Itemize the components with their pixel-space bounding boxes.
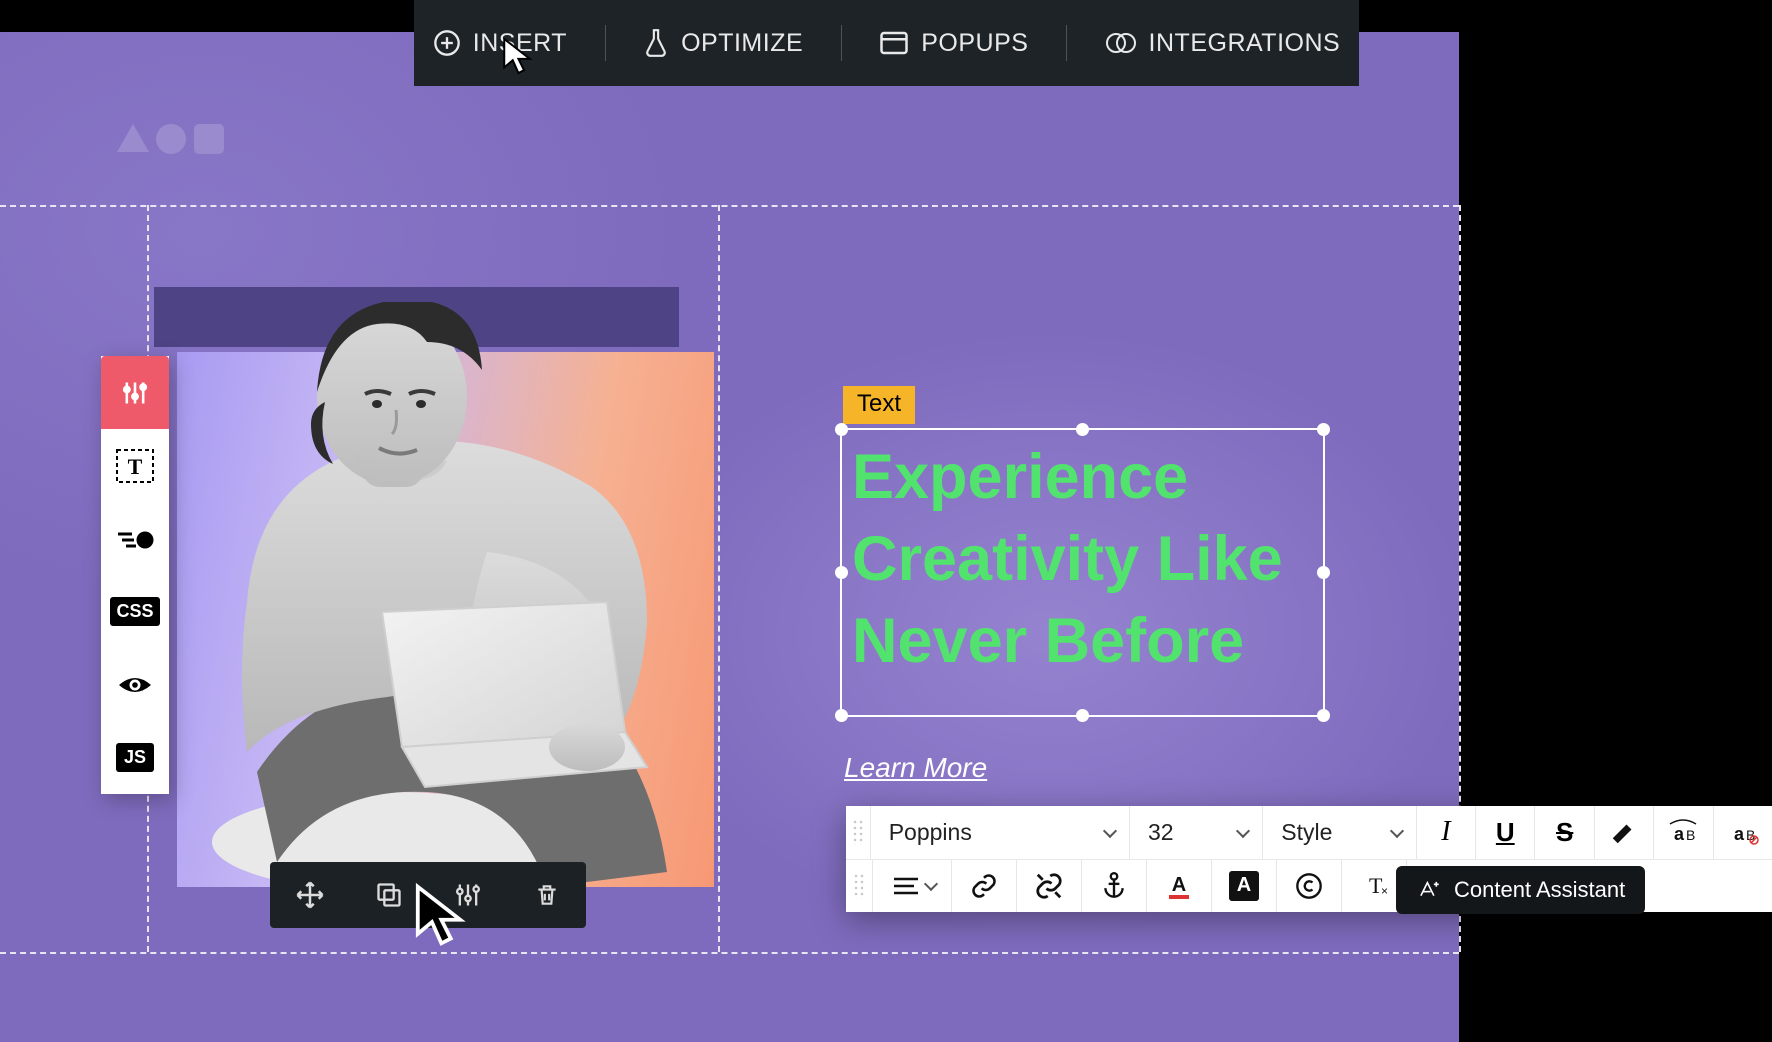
nav-optimize-label: OPTIMIZE bbox=[681, 29, 803, 58]
resize-handle-ne[interactable] bbox=[1317, 423, 1330, 436]
resize-handle-e[interactable] bbox=[1317, 566, 1330, 579]
nav-integrations[interactable]: INTEGRATIONS bbox=[1105, 29, 1341, 58]
svg-text:a: a bbox=[1674, 824, 1685, 844]
copyright-icon-button[interactable] bbox=[1277, 860, 1342, 913]
strikethrough-button[interactable]: S bbox=[1535, 806, 1594, 859]
sliders-icon[interactable] bbox=[444, 871, 492, 919]
font-family-select[interactable]: Poppins bbox=[871, 806, 1130, 859]
image-bg-block-dark bbox=[154, 287, 679, 347]
resize-handle-n[interactable] bbox=[1076, 423, 1089, 436]
guide-top bbox=[0, 205, 1459, 207]
selection-type-label: Text bbox=[843, 386, 915, 424]
resize-handle-sw[interactable] bbox=[835, 709, 848, 722]
nav-separator bbox=[1066, 25, 1067, 61]
window-shape-circle bbox=[156, 124, 186, 154]
style-select-label: Style bbox=[1281, 819, 1332, 846]
nav-separator bbox=[841, 25, 842, 61]
headline-text[interactable]: Experience Creativity Like Never Before bbox=[852, 437, 1317, 683]
style-select[interactable]: Style bbox=[1263, 806, 1416, 859]
nav-insert-label: INSERT bbox=[473, 29, 567, 58]
magic-icon bbox=[1416, 879, 1442, 901]
resize-handle-w[interactable] bbox=[835, 566, 848, 579]
image-bg-block-gradient bbox=[177, 352, 714, 887]
tool-animation-icon[interactable] bbox=[101, 502, 169, 575]
delete-icon[interactable] bbox=[523, 871, 571, 919]
content-assistant-label: Content Assistant bbox=[1454, 877, 1625, 903]
text-color-button[interactable]: A bbox=[1147, 860, 1212, 913]
svg-text:×: × bbox=[1381, 884, 1388, 898]
font-size-value: 32 bbox=[1148, 819, 1174, 846]
nav-optimize[interactable]: OPTIMIZE bbox=[643, 28, 803, 58]
element-side-toolbar: T CSS bbox=[101, 356, 169, 794]
guide-col-mid bbox=[718, 205, 720, 952]
tool-visibility-icon[interactable] bbox=[101, 648, 169, 721]
image-context-toolbar bbox=[270, 862, 586, 928]
nav-popups[interactable]: POPUPS bbox=[879, 29, 1028, 58]
window-shape-square bbox=[194, 124, 224, 154]
font-family-value: Poppins bbox=[889, 819, 972, 846]
tool-text-select-icon[interactable]: T bbox=[101, 429, 169, 502]
nav-separator bbox=[605, 25, 606, 61]
duplicate-icon[interactable] bbox=[365, 871, 413, 919]
toolbar-drag-grip[interactable] bbox=[846, 806, 871, 859]
svg-text:A: A bbox=[1172, 874, 1186, 896]
highlight-button[interactable] bbox=[1595, 806, 1654, 859]
toolbar-drag-grip[interactable] bbox=[846, 860, 873, 913]
nav-integrations-label: INTEGRATIONS bbox=[1149, 29, 1341, 58]
tool-settings-icon[interactable] bbox=[101, 356, 169, 429]
nav-popups-label: POPUPS bbox=[921, 29, 1028, 58]
italic-button[interactable]: I bbox=[1417, 806, 1476, 859]
anchor-button[interactable] bbox=[1082, 860, 1147, 913]
svg-text:T: T bbox=[128, 454, 143, 479]
guide-bottom bbox=[0, 952, 1459, 954]
char-style-b-button[interactable]: a B bbox=[1714, 806, 1772, 859]
tool-css-button[interactable]: CSS bbox=[101, 575, 169, 648]
svg-text:B: B bbox=[1686, 827, 1695, 843]
move-icon[interactable] bbox=[286, 871, 334, 919]
tool-js-button[interactable]: JS bbox=[101, 721, 169, 794]
svg-text:a: a bbox=[1734, 824, 1745, 844]
resize-handle-nw[interactable] bbox=[835, 423, 848, 436]
link-button[interactable] bbox=[952, 860, 1017, 913]
char-style-a-button[interactable]: a B bbox=[1654, 806, 1713, 859]
line-spacing-button[interactable] bbox=[873, 860, 952, 913]
resize-handle-se[interactable] bbox=[1317, 709, 1330, 722]
content-assistant-tooltip[interactable]: Content Assistant bbox=[1396, 866, 1645, 914]
resize-handle-s[interactable] bbox=[1076, 709, 1089, 722]
underline-button[interactable]: U bbox=[1476, 806, 1535, 859]
top-nav: INSERT OPTIMIZE POPUPS INTEGRATIONS bbox=[414, 0, 1359, 86]
popup-icon bbox=[879, 30, 909, 56]
nav-insert[interactable]: INSERT bbox=[433, 29, 567, 58]
unlink-button[interactable] bbox=[1017, 860, 1082, 913]
background-color-button[interactable]: A bbox=[1212, 860, 1277, 913]
font-size-select[interactable]: 32 bbox=[1130, 806, 1263, 859]
window-shape-triangle bbox=[117, 124, 149, 152]
beaker-icon bbox=[643, 28, 669, 58]
plus-circle-icon bbox=[433, 29, 461, 57]
integrations-icon bbox=[1105, 30, 1137, 56]
learn-more-link[interactable]: Learn More bbox=[844, 752, 987, 784]
